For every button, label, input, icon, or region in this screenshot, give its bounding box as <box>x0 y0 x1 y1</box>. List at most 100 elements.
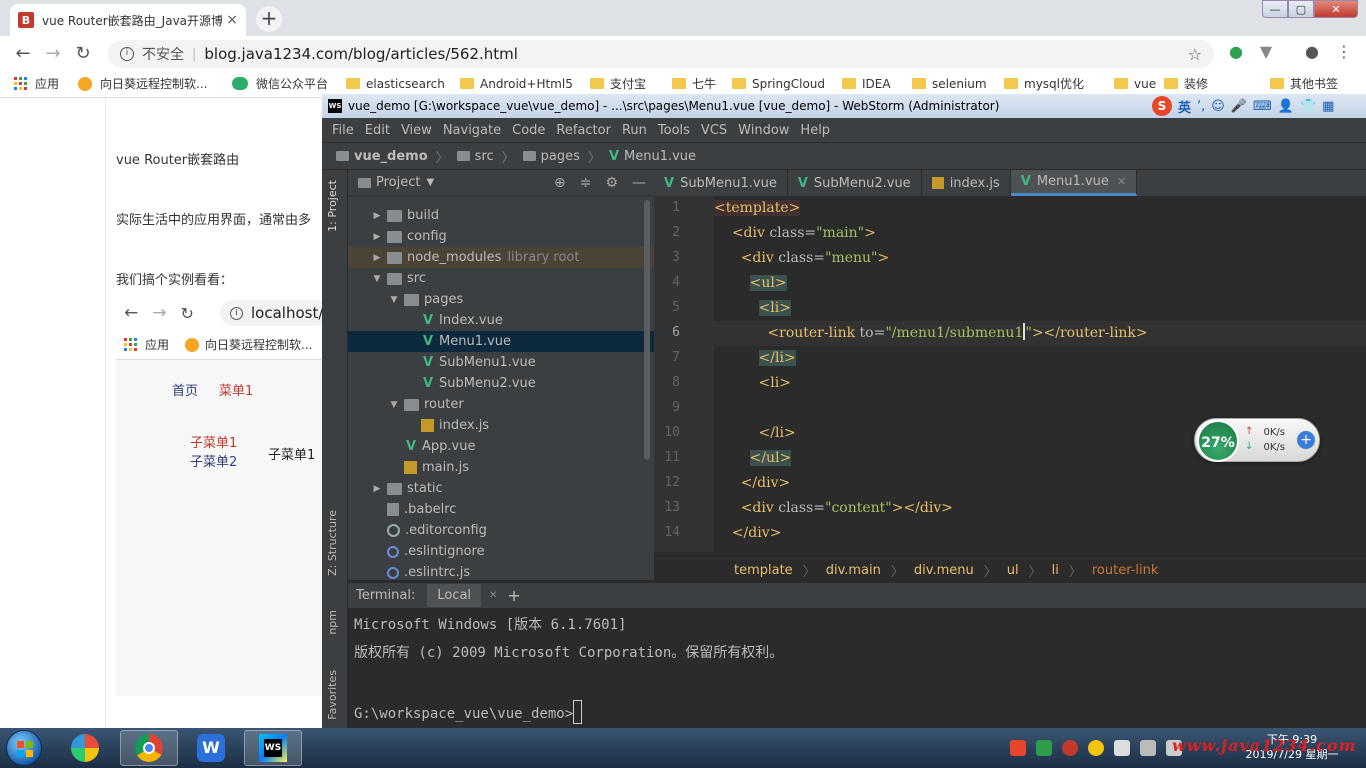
chevron-right-icon[interactable]: ▶ <box>371 211 383 221</box>
window-maximize-button[interactable]: ▢ <box>1288 0 1314 18</box>
terminal-tab-local[interactable]: Local <box>427 584 482 607</box>
browser-tab[interactable]: B vue Router嵌套路由_Java开源博 × <box>10 4 246 36</box>
tool-tab-favorites[interactable]: Favorites <box>326 670 339 720</box>
tree-item[interactable]: ▶ node_modules library root <box>348 247 654 268</box>
tree-item[interactable]: index.js <box>348 415 654 436</box>
chevron-right-icon[interactable]: ▶ <box>371 484 383 494</box>
info-icon[interactable]: i <box>120 47 134 61</box>
editor-tab[interactable]: index.js <box>922 170 1011 196</box>
bookmark-item[interactable]: 其他书签 <box>1270 75 1338 92</box>
tree-item[interactable]: ▼ src <box>348 268 654 289</box>
tree-item[interactable]: ▼ router <box>348 394 654 415</box>
tree-item[interactable]: V Menu1.vue <box>348 331 654 352</box>
bookmark-item[interactable]: 装修 <box>1164 75 1208 92</box>
menu-window[interactable]: Window <box>738 123 789 138</box>
nav-crumb-project[interactable]: vue_demo <box>354 149 428 164</box>
menu-vcs[interactable]: VCS <box>701 123 727 138</box>
network-monitor-widget[interactable]: 27% ↑ 0K/s ↓ 0K/s + <box>1194 418 1320 462</box>
accelerate-button[interactable]: + <box>1297 431 1315 449</box>
bookmark-star-icon[interactable]: ☆ <box>1188 45 1202 64</box>
code-breadcrumb[interactable]: li <box>1052 563 1059 578</box>
menu-help[interactable]: Help <box>800 123 830 138</box>
tree-item[interactable]: .eslintignore <box>348 541 654 562</box>
bookmark-item[interactable]: 应用 <box>14 75 59 92</box>
tree-item[interactable]: V SubMenu1.vue <box>348 352 654 373</box>
bookmark-item[interactable]: Android+Html5 <box>460 77 573 91</box>
menu-refactor[interactable]: Refactor <box>556 123 611 138</box>
new-terminal-button[interactable]: + <box>507 586 520 605</box>
url-text[interactable]: blog.java1234.com/blog/articles/562.html <box>204 45 518 63</box>
chevron-down-icon[interactable]: ▼ <box>388 295 400 305</box>
new-tab-button[interactable]: + <box>256 6 282 32</box>
tree-item[interactable]: V Index.vue <box>348 310 654 331</box>
ime-emoji-icon[interactable]: ☺ <box>1211 99 1225 114</box>
nav-crumb-src[interactable]: src <box>475 149 494 164</box>
editor-tab[interactable]: V SubMenu1.vue <box>654 170 788 196</box>
tree-item[interactable]: .eslintrc.js <box>348 562 654 583</box>
bookmark-item[interactable]: 支付宝 <box>590 75 646 92</box>
bookmark-item[interactable]: 七牛 <box>672 75 716 92</box>
tree-item[interactable]: .babelrc <box>348 499 654 520</box>
security-tray-icon[interactable] <box>1036 740 1052 756</box>
window-close-button[interactable]: ✕ <box>1314 0 1358 18</box>
tool-tab-npm[interactable]: npm <box>326 610 339 635</box>
ime-grid-icon[interactable]: ▦ <box>1322 99 1334 114</box>
menu-tools[interactable]: Tools <box>658 123 690 138</box>
ime-punct-icon[interactable]: ʼ, <box>1197 99 1205 114</box>
ime-language[interactable]: 英 <box>1178 97 1191 116</box>
chevron-right-icon[interactable]: ▶ <box>371 232 383 242</box>
tree-item[interactable]: ▶ config <box>348 226 654 247</box>
terminal-tab-close-icon[interactable]: ✕ <box>489 590 497 601</box>
hide-panel-icon[interactable]: — <box>632 175 646 191</box>
bookmark-item[interactable]: vue <box>1114 77 1156 91</box>
tree-item[interactable]: V App.vue <box>348 436 654 457</box>
window-minimize-button[interactable]: — <box>1262 0 1288 18</box>
terminal[interactable]: Microsoft Windows [版本 6.1.7601] 版权所有 (c)… <box>348 608 1366 728</box>
taskbar-app-chrome[interactable] <box>120 730 178 766</box>
chevron-down-icon[interactable]: ▼ <box>426 177 434 188</box>
bookmark-item[interactable]: elasticsearch <box>346 77 445 91</box>
collapse-all-icon[interactable]: ≑ <box>580 175 592 191</box>
antivirus-tray-icon[interactable] <box>1062 740 1078 756</box>
chrome-menu-icon[interactable]: ⋮ <box>1334 42 1354 62</box>
taskbar-app-wps[interactable]: W <box>182 730 240 766</box>
bookmark-item[interactable]: SpringCloud <box>732 77 825 91</box>
tab-close-icon[interactable]: × <box>226 12 238 28</box>
action-center-icon[interactable] <box>1114 740 1130 756</box>
locate-file-icon[interactable]: ⊕ <box>554 175 566 191</box>
forward-button[interactable]: → <box>38 43 68 64</box>
reload-button[interactable]: ↻ <box>68 43 98 64</box>
sogou-icon[interactable]: S <box>1152 96 1172 116</box>
network-tray-icon[interactable] <box>1140 740 1156 756</box>
bookmark-item[interactable]: mysql优化 <box>1004 75 1084 92</box>
editor-tab[interactable]: V Menu1.vue ✕ <box>1010 170 1138 196</box>
extension-icon[interactable]: ● <box>1226 42 1246 62</box>
ime-keyboard-icon[interactable]: ⌨ <box>1253 99 1272 114</box>
menu-code[interactable]: Code <box>512 123 545 138</box>
tree-item[interactable]: main.js <box>348 457 654 478</box>
ime-skin-icon[interactable]: 👕 <box>1300 99 1316 114</box>
extension-filter-icon[interactable]: ▼ <box>1256 42 1276 62</box>
menu-view[interactable]: View <box>401 123 432 138</box>
nav-crumb-pages[interactable]: pages <box>541 149 580 164</box>
code-breadcrumb[interactable]: router-link <box>1092 563 1159 578</box>
nav-crumb-file[interactable]: Menu1.vue <box>624 149 696 164</box>
tool-tab-structure[interactable]: Z: Structure <box>326 510 339 576</box>
tree-item[interactable]: V SubMenu2.vue <box>348 373 654 394</box>
code-breadcrumb[interactable]: ul <box>1007 563 1019 578</box>
menu-edit[interactable]: Edit <box>365 123 390 138</box>
bookmark-item[interactable]: 微信公众平台 <box>232 75 328 92</box>
profile-avatar-icon[interactable]: ● <box>1302 42 1322 62</box>
sogou-tray-icon[interactable] <box>1010 740 1026 756</box>
editor-tab[interactable]: V SubMenu2.vue <box>788 170 922 196</box>
tree-item[interactable]: ▶ build <box>348 205 654 226</box>
code-editor[interactable]: <template> <div class="main"> <div class… <box>714 196 1366 552</box>
tool-tab-project[interactable]: 1: Project <box>326 180 339 232</box>
menu-run[interactable]: Run <box>622 123 647 138</box>
code-breadcrumb[interactable]: template <box>734 563 793 578</box>
qq-tray-icon[interactable] <box>1088 740 1104 756</box>
bookmark-item[interactable]: IDEA <box>842 77 891 91</box>
chevron-down-icon[interactable]: ▼ <box>388 400 400 410</box>
tree-item[interactable]: ▼ pages <box>348 289 654 310</box>
bookmark-item[interactable]: 向日葵远程控制软... <box>78 75 207 92</box>
